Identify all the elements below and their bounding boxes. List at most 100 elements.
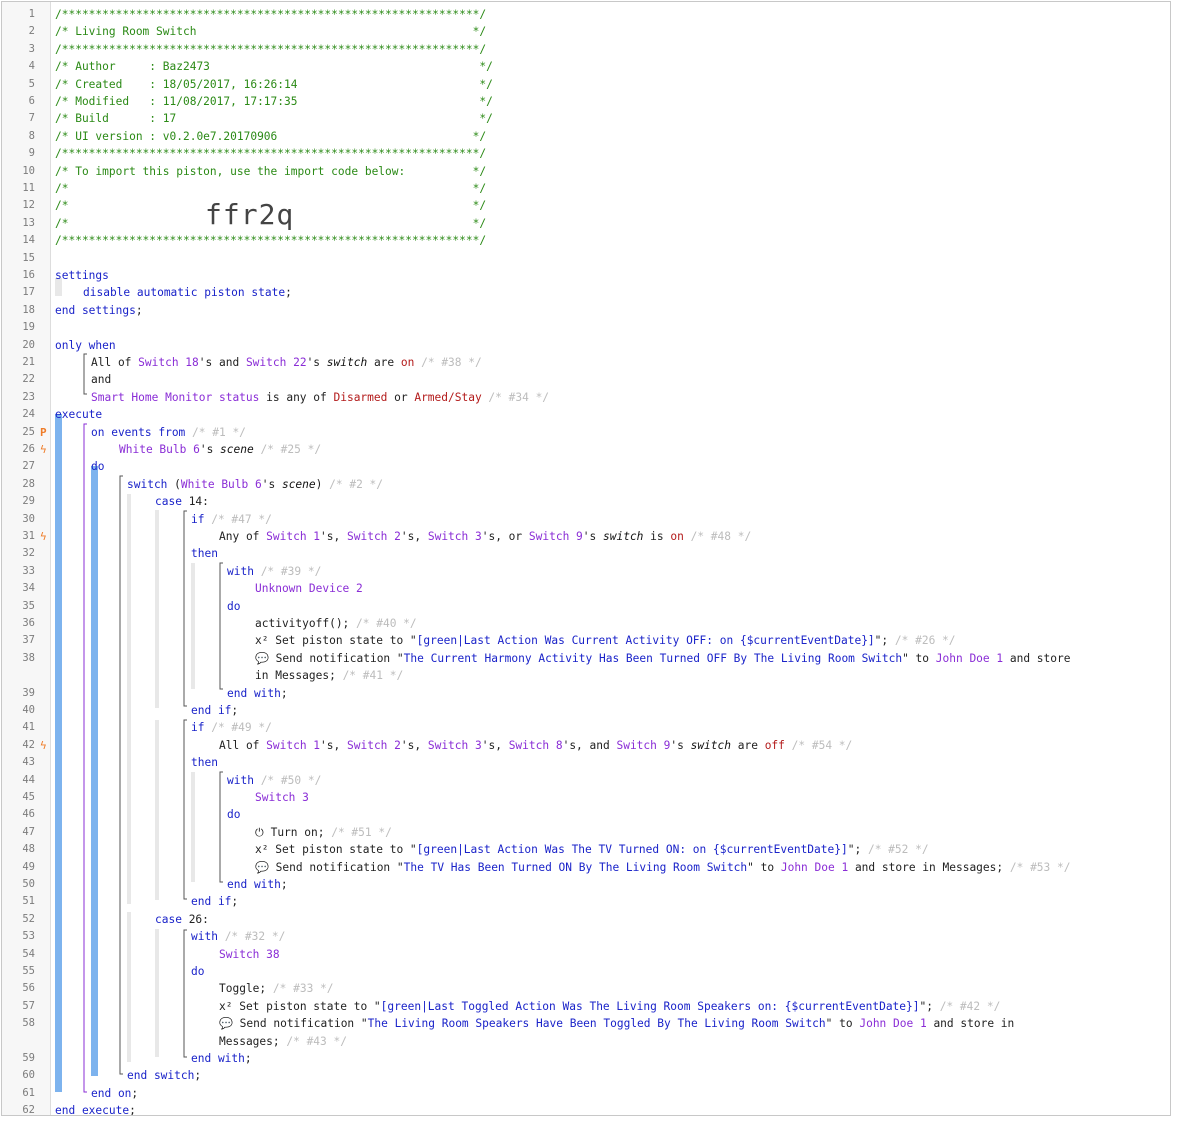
- token[interactable]: Switch 3: [255, 791, 309, 804]
- code-line: 41 if /* #49 */: [2, 719, 1170, 736]
- line-number: 61: [22, 1086, 35, 1099]
- token[interactable]: Switch 22: [246, 356, 307, 369]
- token: scene: [220, 443, 254, 456]
- code-line: 25 Pon events from /* #1 */: [2, 424, 1170, 441]
- token[interactable]: do: [91, 460, 104, 473]
- token[interactable]: with: [227, 774, 254, 787]
- token[interactable]: Switch 9: [529, 530, 583, 543]
- token[interactable]: Switch 1: [266, 739, 320, 752]
- token[interactable]: disable automatic piston state: [83, 286, 285, 299]
- line-number: 33: [22, 564, 35, 577]
- token: /***************************************…: [55, 147, 487, 161]
- token[interactable]: switch: [127, 478, 167, 491]
- token[interactable]: White Bulb 6: [119, 443, 200, 456]
- code-line: 30 if /* #47 */: [2, 511, 1170, 528]
- token[interactable]: with: [191, 930, 218, 943]
- token[interactable]: end switch: [127, 1069, 194, 1082]
- code-line: 17 disable automatic piston state;: [2, 284, 1170, 301]
- line-number: 8: [28, 129, 35, 142]
- token: ;: [285, 286, 292, 300]
- token: and store: [1003, 651, 1071, 665]
- piston-code-viewer: 1 /**************************************…: [1, 1, 1171, 1116]
- token: /* #32 */: [217, 930, 286, 944]
- token: ;: [231, 704, 239, 717]
- code-line: 35 do: [2, 598, 1170, 615]
- line-text: then: [191, 754, 218, 771]
- code-line: 22 and: [2, 371, 1170, 388]
- token[interactable]: end with: [191, 1052, 245, 1065]
- token[interactable]: on events from: [91, 426, 185, 439]
- line-text: case 14:: [155, 493, 209, 510]
- token[interactable]: end settings: [55, 304, 136, 317]
- code-line: 43 then: [2, 754, 1170, 771]
- token: x² Set piston state to ": [255, 634, 417, 648]
- code-line: 5 /* Created : 18/05/2017, 16:26:14 */: [2, 76, 1170, 93]
- token[interactable]: Switch 1: [266, 530, 320, 543]
- token[interactable]: if: [191, 721, 204, 734]
- token[interactable]: case: [155, 495, 182, 508]
- line-text: end if;: [191, 702, 238, 719]
- line-number: 57: [22, 999, 35, 1012]
- code-line: 2 /* Living Room Switch */: [2, 23, 1170, 40]
- token[interactable]: then: [191, 756, 218, 769]
- token[interactable]: Switch 2: [347, 739, 401, 752]
- token[interactable]: only when: [55, 339, 116, 352]
- token: Toggle;: [219, 982, 267, 996]
- token[interactable]: if: [191, 513, 204, 526]
- token[interactable]: do: [227, 600, 240, 613]
- line-number: 13: [22, 216, 35, 229]
- token[interactable]: case: [155, 913, 182, 926]
- token: ;: [129, 1104, 136, 1116]
- line-number: 19: [22, 321, 35, 334]
- token[interactable]: end execute: [55, 1104, 129, 1115]
- token[interactable]: Switch 38: [219, 948, 280, 961]
- token[interactable]: end if: [191, 704, 231, 717]
- line-number: 14: [22, 234, 35, 247]
- import-code[interactable]: ffr2q: [205, 198, 294, 231]
- line-text: Switch 38: [219, 946, 280, 963]
- token[interactable]: Unknown Device 2: [255, 582, 363, 595]
- token: " to: [902, 651, 936, 665]
- token: /* #54 */: [784, 738, 853, 752]
- token[interactable]: Switch 9: [616, 739, 670, 752]
- line-number: 31: [22, 530, 35, 542]
- line-number: 23: [22, 390, 35, 403]
- token: The TV Has Been Turned ON By The Living …: [403, 860, 748, 874]
- token: Armed/Stay: [414, 390, 482, 404]
- code-line: 53 with /* #32 */: [2, 928, 1170, 945]
- token[interactable]: Smart Home Monitor status: [91, 391, 259, 404]
- token[interactable]: with: [227, 565, 254, 578]
- token: (: [167, 477, 181, 491]
- token[interactable]: end with: [227, 878, 281, 891]
- token: 💬 Send notification ": [255, 860, 404, 874]
- token[interactable]: Switch 3: [428, 739, 482, 752]
- line-text: 💬 Send notification "The TV Has Been Tur…: [255, 859, 1070, 876]
- token[interactable]: Switch 18: [138, 356, 199, 369]
- token[interactable]: do: [191, 965, 204, 978]
- token[interactable]: Switch 8: [509, 739, 563, 752]
- token[interactable]: John Doe 1: [859, 1017, 926, 1030]
- token: Disarmed: [333, 390, 388, 404]
- line-text: /* Build : 17 */: [55, 110, 493, 127]
- token[interactable]: execute: [55, 408, 102, 421]
- token: x² Set piston state to ": [255, 843, 417, 857]
- line-text: Toggle; /* #33 */: [219, 980, 334, 997]
- token: ;: [131, 1086, 139, 1100]
- code-line: 13/* */: [2, 215, 1170, 232]
- token[interactable]: end with: [227, 687, 281, 700]
- token[interactable]: John Doe 1: [936, 652, 1003, 665]
- token: off: [764, 738, 785, 752]
- token[interactable]: settings: [55, 269, 109, 282]
- token[interactable]: then: [191, 547, 218, 560]
- token[interactable]: end if: [191, 895, 231, 908]
- line-text: x² Set piston state to "[green|Last Togg…: [219, 998, 1000, 1015]
- token: /* #41 */: [335, 669, 404, 683]
- token[interactable]: John Doe 1: [781, 861, 848, 874]
- token[interactable]: end on: [91, 1087, 131, 1100]
- token[interactable]: White Bulb 6: [181, 478, 262, 491]
- token[interactable]: Switch 3: [428, 530, 482, 543]
- code-line: 61 end on;: [2, 1085, 1170, 1102]
- token: 's,: [320, 530, 347, 543]
- token[interactable]: do: [227, 808, 240, 821]
- token[interactable]: Switch 2: [347, 530, 401, 543]
